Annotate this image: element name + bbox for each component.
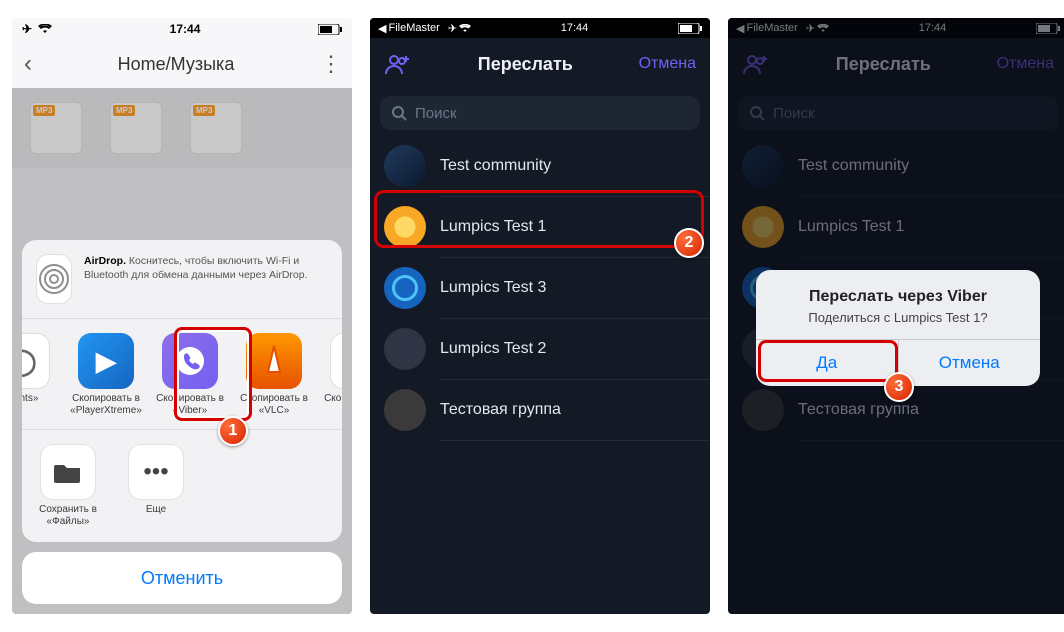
- alert-yes-button[interactable]: Да: [756, 340, 898, 386]
- status-time: 17:44: [170, 22, 201, 36]
- back-to-app[interactable]: ◀ FileMaster ✈: [378, 22, 471, 35]
- screen-viber-forward: ◀ FileMaster ✈ 17:44 Переслать Отмена По…: [370, 18, 710, 614]
- airplane-icon: ✈: [22, 22, 32, 36]
- app-icon: ◯: [22, 333, 50, 389]
- cancel-button[interactable]: Отмена: [639, 55, 696, 73]
- app-label: Скопировать в: [324, 393, 342, 419]
- viber-icon: [162, 333, 218, 389]
- more-icon[interactable]: ⋮: [320, 51, 340, 77]
- share-actions-row: Сохранить в «Файлы» ••• Еще: [22, 430, 342, 542]
- share-app-more[interactable]: Скопировать в: [322, 333, 342, 419]
- status-bar: ✈ 17:44: [12, 18, 352, 40]
- ellipsis-icon: •••: [128, 444, 184, 500]
- chat-row-lumpics-2[interactable]: Lumpics Test 2: [370, 319, 710, 379]
- avatar: [384, 206, 426, 248]
- search-icon: [392, 106, 407, 121]
- confirm-alert: Переслать через Viber Поделиться с Lumpi…: [756, 270, 1040, 386]
- action-label: Еще: [146, 504, 166, 516]
- cancel-button[interactable]: Отменить: [22, 552, 342, 604]
- airdrop-icon: [36, 254, 72, 304]
- chat-name: Lumpics Test 3: [440, 279, 546, 297]
- share-apps-row[interactable]: ◯ ments» ▶ Скопировать в «PlayerXtreme» …: [22, 319, 342, 429]
- chat-row-lumpics-1[interactable]: Lumpics Test 1: [370, 197, 710, 257]
- status-time: 17:44: [561, 22, 589, 34]
- screen-share-sheet: ✈ 17:44 ‹ Home/Музыка ⋮ Ai: [12, 18, 352, 614]
- chat-name: Test community: [440, 157, 551, 175]
- wifi-icon: [459, 24, 471, 33]
- annotation-badge-3: 3: [884, 372, 914, 402]
- app-label: Скопировать в «Viber»: [154, 393, 226, 419]
- avatar: [384, 145, 426, 187]
- alert-message: Поделиться с Lumpics Test 1?: [772, 310, 1024, 325]
- wifi-icon: [38, 24, 52, 34]
- chat-row-test-community[interactable]: Test community: [370, 136, 710, 196]
- app-label: ments»: [22, 393, 38, 419]
- airdrop-row[interactable]: AirDrop. Коснитесь, чтобы включить Wi-Fi…: [22, 240, 342, 318]
- search-placeholder: Поиск: [415, 105, 457, 122]
- share-app-viber[interactable]: Скопировать в «Viber»: [154, 333, 226, 419]
- share-app-playerxtreme[interactable]: ▶ Скопировать в «PlayerXtreme»: [70, 333, 142, 419]
- file-app-header: ‹ Home/Музыка ⋮: [12, 40, 352, 88]
- alert-cancel-button[interactable]: Отмена: [898, 340, 1041, 386]
- chat-name: Lumpics Test 1: [440, 218, 546, 236]
- avatar: [384, 389, 426, 431]
- search-input[interactable]: Поиск: [380, 96, 700, 130]
- screen-viber-confirm: ◀ FileMaster ✈ 17:44 Переслать Отмена По…: [728, 18, 1064, 614]
- header-title: Переслать: [478, 54, 573, 75]
- vlc-icon: [246, 333, 302, 389]
- viber-header: Переслать Отмена: [370, 38, 710, 90]
- chat-row-lumpics-3[interactable]: Lumpics Test 3: [370, 258, 710, 318]
- airplane-icon: ✈: [448, 22, 457, 35]
- airdrop-text: AirDrop. Коснитесь, чтобы включить Wi-Fi…: [84, 254, 328, 282]
- battery-icon: [318, 24, 342, 35]
- battery-icon: [678, 23, 702, 34]
- chat-row-test-group[interactable]: Тестовая группа: [370, 380, 710, 440]
- chat-name: Lumpics Test 2: [440, 340, 546, 358]
- chat-name: Тестовая группа: [440, 401, 561, 419]
- chat-list: Test community Lumpics Test 1 Lumpics Te…: [370, 136, 710, 441]
- app-label: Скопировать в «VLC»: [238, 393, 310, 419]
- app-label: Скопировать в «PlayerXtreme»: [70, 393, 142, 419]
- avatar: [384, 267, 426, 309]
- new-group-icon[interactable]: [384, 52, 412, 76]
- avatar: [384, 328, 426, 370]
- share-app-vlc[interactable]: Скопировать в «VLC»: [238, 333, 310, 419]
- annotation-badge-1: 1: [218, 416, 248, 446]
- ios-share-sheet: AirDrop. Коснитесь, чтобы включить Wi-Fi…: [22, 240, 342, 604]
- back-icon[interactable]: ‹: [24, 50, 32, 78]
- header-title: Home/Музыка: [118, 54, 235, 75]
- share-app-ments[interactable]: ◯ ments»: [22, 333, 58, 419]
- annotation-badge-2: 2: [674, 228, 704, 258]
- action-save-files[interactable]: Сохранить в «Файлы»: [32, 444, 104, 528]
- action-label: Сохранить в «Файлы»: [32, 504, 104, 528]
- alert-title: Переслать через Viber: [772, 288, 1024, 306]
- play-icon: ▶: [78, 333, 134, 389]
- status-bar: ◀ FileMaster ✈ 17:44: [370, 18, 710, 38]
- chevron-left-icon: ◀: [378, 22, 386, 35]
- action-more[interactable]: ••• Еще: [120, 444, 192, 528]
- folder-icon: [40, 444, 96, 500]
- app-icon: [330, 333, 342, 389]
